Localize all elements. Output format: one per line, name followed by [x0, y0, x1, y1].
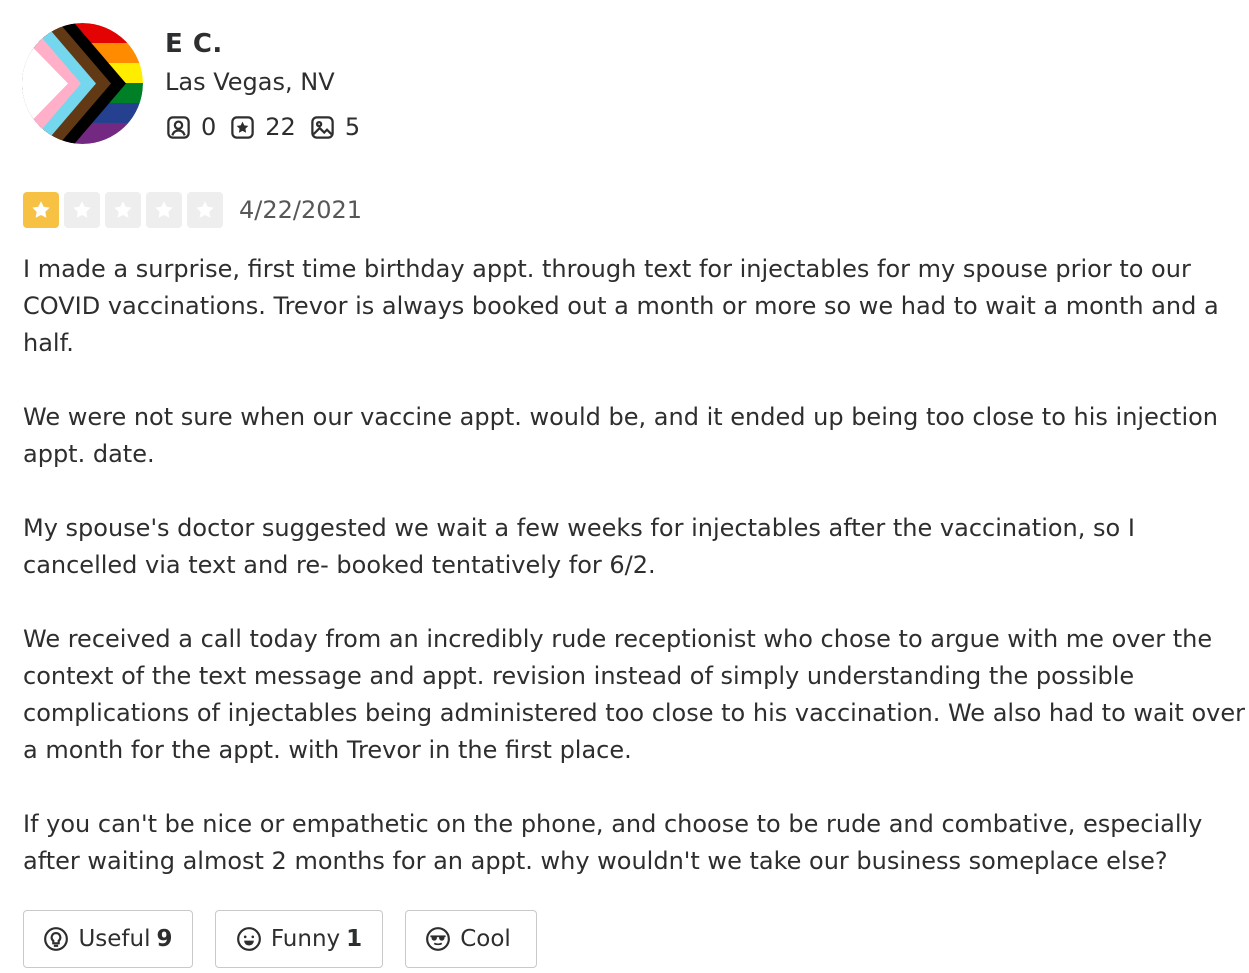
star-2 — [64, 191, 100, 228]
star-5 — [187, 191, 223, 228]
reviews-stat: 22 — [229, 111, 296, 143]
review-paragraph: We received a call today from an incredi… — [23, 625, 1245, 764]
user-location: Las Vegas, NV — [165, 68, 335, 96]
useful-count: 9 — [156, 926, 173, 952]
star-icon — [196, 200, 214, 218]
review-date: 4/22/2021 — [239, 195, 363, 224]
star-rating — [23, 191, 228, 228]
review-author-header: E C. Las Vegas, NV 0 22 5 — [22, 23, 360, 145]
star-icon — [32, 200, 50, 218]
star-badge-icon — [231, 115, 255, 139]
friends-stat: 0 — [165, 111, 216, 143]
funny-count: 1 — [346, 926, 363, 952]
funny-label: Funny — [270, 926, 341, 952]
friends-count: 0 — [201, 113, 217, 141]
review-paragraph: I made a surprise, first time birthday a… — [23, 255, 1219, 357]
user-avatar[interactable] — [22, 23, 143, 144]
user-stats: 0 22 5 — [165, 111, 373, 143]
review-actions: Useful 9 Funny 1 Cool — [23, 910, 559, 968]
sunglasses-icon — [426, 927, 451, 951]
lightbulb-icon — [44, 927, 69, 951]
star-icon — [114, 200, 132, 218]
review-paragraph: We were not sure when our vaccine appt. … — [23, 403, 1219, 468]
reviews-count: 22 — [265, 113, 296, 141]
smile-icon — [236, 927, 261, 951]
useful-button[interactable]: Useful 9 — [23, 910, 193, 968]
photo-icon — [311, 115, 334, 139]
star-3 — [105, 191, 141, 228]
photos-count: 5 — [344, 113, 361, 141]
cool-button[interactable]: Cool — [405, 910, 537, 968]
star-icon — [73, 200, 91, 218]
star-1 — [23, 191, 59, 228]
review-body: I made a surprise, first time birthday a… — [23, 251, 1245, 880]
cool-label: Cool — [460, 926, 511, 952]
user-name[interactable]: E C. — [165, 27, 223, 61]
friends-icon — [167, 115, 190, 139]
star-icon — [155, 200, 173, 218]
star-4 — [146, 191, 182, 228]
review-paragraph: My spouse's doctor suggested we wait a f… — [23, 514, 1135, 579]
review-paragraph: If you can't be nice or empathetic on th… — [23, 810, 1203, 875]
rating-row: 4/22/2021 — [23, 191, 362, 228]
useful-label: Useful — [78, 926, 151, 952]
photos-stat: 5 — [309, 111, 360, 143]
funny-button[interactable]: Funny 1 — [215, 910, 383, 968]
